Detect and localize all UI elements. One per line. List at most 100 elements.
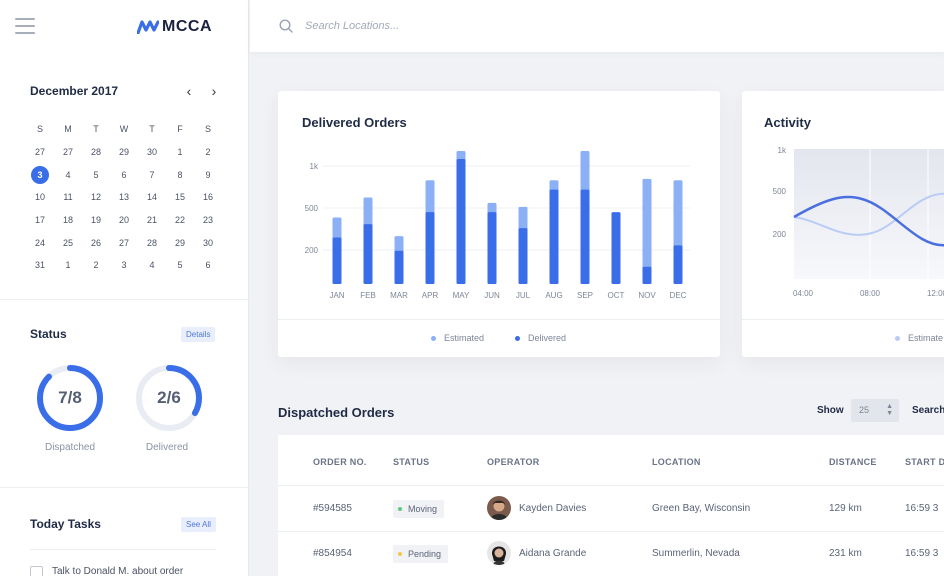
column-header[interactable]: START D	[905, 457, 944, 467]
bar-delivered-feb[interactable]	[363, 224, 373, 284]
menu-icon[interactable]	[15, 18, 35, 34]
activity-card: Activity 1k 500 200 04:00 08:00 12:00 Estimat…	[742, 91, 944, 357]
column-header[interactable]: DISTANCE	[829, 457, 877, 467]
calendar-day[interactable]: 27	[54, 147, 82, 157]
x-tick-label: JUL	[516, 291, 531, 300]
calendar-day[interactable]: 4	[54, 170, 82, 180]
start-date: 16:59 3	[905, 548, 939, 559]
legend-delivered-label: Delivered	[528, 333, 567, 343]
column-header[interactable]: OPERATOR	[487, 457, 540, 467]
bar-delivered-dec[interactable]	[673, 245, 683, 284]
location: Green Bay, Wisconsin	[652, 503, 751, 514]
calendar-day[interactable]: 30	[194, 238, 222, 248]
calendar-day[interactable]: 7	[138, 170, 166, 180]
calendar-day[interactable]: 14	[138, 192, 166, 202]
calendar-day[interactable]: 3	[110, 260, 138, 270]
see-all-tasks-button[interactable]: See All	[181, 517, 216, 532]
legend-estimated-label: Estimated	[444, 333, 485, 343]
calendar-day[interactable]: 21	[138, 215, 166, 225]
calendar-day[interactable]: 1	[54, 260, 82, 270]
bar-delivered-aug[interactable]	[549, 189, 559, 284]
legend-estimate-label: Estimate	[908, 333, 944, 343]
legend-delivered: Delivered	[515, 333, 566, 343]
bar-delivered-oct[interactable]	[611, 212, 621, 284]
status-details-button[interactable]: Details	[181, 327, 216, 342]
calendar-day[interactable]: 6	[194, 260, 222, 270]
calendar-day[interactable]: 5	[166, 260, 194, 270]
y-tick-label: 200	[773, 230, 787, 239]
y-tick-label: 1k	[310, 162, 319, 171]
page-size-select[interactable]: 25 ▲ ▼	[851, 399, 899, 422]
calendar-day[interactable]: 18	[54, 215, 82, 225]
calendar-day[interactable]: 28	[138, 238, 166, 248]
bar-delivered-sep[interactable]	[580, 189, 590, 284]
bar-delivered-jul[interactable]	[518, 228, 528, 284]
calendar-day[interactable]: 4	[138, 260, 166, 270]
calendar-day[interactable]: 11	[54, 192, 82, 202]
calendar-day[interactable]: 16	[194, 192, 222, 202]
bar-delivered-may[interactable]	[456, 158, 466, 284]
calendar-day[interactable]: 22	[166, 215, 194, 225]
calendar-day[interactable]: 27	[26, 147, 54, 157]
calendar-weekday: T	[93, 124, 99, 135]
calendar-day[interactable]: 13	[110, 192, 138, 202]
bar-delivered-jan[interactable]	[332, 237, 342, 284]
calendar-day[interactable]: 10	[26, 192, 54, 202]
bar-delivered-nov[interactable]	[642, 266, 652, 284]
calendar-day[interactable]: 17	[26, 215, 54, 225]
divider	[278, 531, 944, 532]
show-label: Show	[817, 405, 844, 416]
operator-name: Kayden Davies	[519, 503, 587, 514]
dispatched-orders-table: ORDER NO. STATUS OPERATOR LOCATION DISTA…	[278, 435, 944, 576]
x-tick-label: MAY	[453, 291, 470, 300]
column-header[interactable]: STATUS	[393, 457, 429, 467]
calendar-day[interactable]: 26	[82, 238, 110, 248]
calendar-day[interactable]: 24	[26, 238, 54, 248]
calendar-day[interactable]: 29	[110, 147, 138, 157]
brand-logo[interactable]: MCCA	[137, 17, 212, 37]
calendar-day[interactable]: 5	[82, 170, 110, 180]
calendar-weekday: M	[64, 124, 72, 135]
calendar-day[interactable]: 12	[82, 192, 110, 202]
legend-dot	[431, 335, 436, 341]
bar-delivered-apr[interactable]	[425, 212, 435, 284]
calendar-day[interactable]: 27	[110, 238, 138, 248]
order-number[interactable]: #594585	[313, 503, 352, 514]
calendar-next-icon[interactable]: ›	[207, 84, 221, 98]
column-header[interactable]: LOCATION	[652, 457, 701, 467]
calendar-day[interactable]: 3	[26, 165, 54, 184]
avatar	[487, 496, 511, 520]
calendar-day[interactable]: 1	[166, 147, 194, 157]
search-input[interactable]	[305, 17, 605, 35]
calendar-day[interactable]: 8	[166, 170, 194, 180]
calendar-day[interactable]: 25	[54, 238, 82, 248]
x-tick-label: AUG	[545, 291, 562, 300]
bar-delivered-jun[interactable]	[487, 212, 497, 284]
table-search-label: Search	[912, 405, 944, 416]
calendar-day[interactable]: 30	[138, 147, 166, 157]
calendar-weekday: T	[149, 124, 155, 135]
x-tick-label: SEP	[577, 291, 593, 300]
calendar-day[interactable]: 19	[82, 215, 110, 225]
search-icon[interactable]	[279, 19, 293, 33]
calendar-day[interactable]: 31	[26, 260, 54, 270]
column-header[interactable]: ORDER NO.	[313, 457, 367, 467]
calendar-day[interactable]: 9	[194, 170, 222, 180]
calendar-day[interactable]: 6	[110, 170, 138, 180]
bar-delivered-mar[interactable]	[394, 250, 404, 284]
calendar-day[interactable]: 2	[82, 260, 110, 270]
order-number[interactable]: #854954	[313, 548, 352, 559]
x-tick-label: FEB	[360, 291, 376, 300]
calendar-prev-icon[interactable]: ‹	[182, 84, 196, 98]
sidebar: MCCA December 2017 ‹ › S M T W T F S 27 27 28 29 30…	[0, 0, 249, 576]
task-checkbox[interactable]	[30, 566, 43, 576]
task-text: Talk to Donald M. about order	[52, 566, 184, 576]
calendar-day[interactable]: 29	[166, 238, 194, 248]
calendar-weekday: S	[36, 124, 43, 135]
calendar-day[interactable]: 2	[194, 147, 222, 157]
calendar-day[interactable]: 23	[194, 215, 222, 225]
calendar-day[interactable]: 20	[110, 215, 138, 225]
calendar-day[interactable]: 28	[82, 147, 110, 157]
calendar-weekday: S	[204, 124, 211, 135]
calendar-day[interactable]: 15	[166, 192, 194, 202]
